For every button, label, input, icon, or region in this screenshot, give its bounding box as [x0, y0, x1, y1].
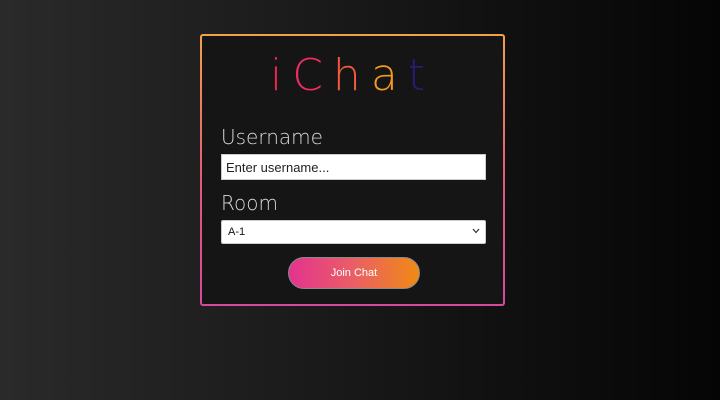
logo-letter: C: [292, 50, 333, 101]
logo-letter: t: [407, 50, 436, 101]
logo-letter: i: [269, 50, 293, 101]
logo-letter: h: [332, 50, 371, 101]
logo-letter: a: [370, 50, 408, 101]
username-input[interactable]: [221, 154, 486, 180]
join-form-card: iChat Username Room A-1 Join Chat: [200, 34, 505, 306]
app-logo: iChat: [202, 52, 503, 100]
room-select[interactable]: A-1: [221, 220, 486, 244]
room-label: Room: [221, 191, 278, 215]
join-chat-button[interactable]: Join Chat: [288, 257, 420, 289]
room-select-value: A-1: [228, 226, 246, 238]
username-label: Username: [221, 125, 323, 149]
chevron-down-icon: [472, 228, 480, 234]
